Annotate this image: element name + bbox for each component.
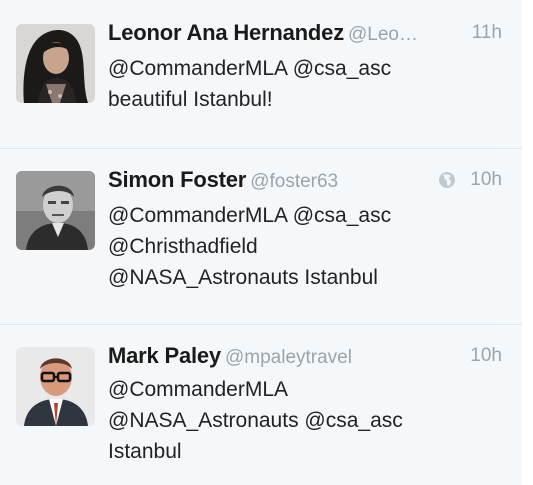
user-avatar[interactable]	[16, 24, 95, 103]
user-handle[interactable]: @Leo…	[348, 24, 418, 45]
tweet-text-line: @NASA_Astronauts Istanbul	[108, 266, 378, 289]
avatar-image	[16, 171, 95, 250]
tweet-text-line: beautiful Istanbul!	[108, 88, 273, 111]
tweet-text: @CommanderMLA @NASA_Astronauts @csa_asc …	[108, 374, 502, 467]
globe-icon[interactable]	[438, 171, 456, 189]
tweet-row[interactable]: Leonor Ana Hernandez @Leo… 11h @Commander…	[0, 0, 522, 149]
avatar-image	[16, 347, 95, 426]
tweet-timestamp[interactable]: 10h	[466, 345, 502, 367]
user-name[interactable]: Mark Paley	[108, 343, 221, 368]
tweet-text-line: @CommanderMLA @csa_asc	[108, 57, 392, 80]
tweet-text-line: @Christhadfield	[108, 235, 258, 258]
tweet-text-line: @CommanderMLA	[108, 378, 289, 401]
tweet-timestamp[interactable]: 10h	[466, 169, 502, 191]
tweet-header: Mark Paley @mpaleytravel 10h	[108, 343, 502, 371]
user-avatar[interactable]	[16, 171, 95, 250]
tweet-row[interactable]: Simon Foster @foster63 10h @CommanderMLA …	[0, 149, 522, 325]
tweet-text: @CommanderMLA @csa_asc beautiful Istanbu…	[108, 53, 502, 115]
tweet-row[interactable]: Mark Paley @mpaleytravel 10h @CommanderML…	[0, 325, 522, 485]
tweet-text-line: @CommanderMLA @csa_asc	[108, 204, 392, 227]
user-handle[interactable]: @foster63	[250, 171, 338, 192]
tweet-feed: Leonor Ana Hernandez @Leo… 11h @Commander…	[0, 0, 522, 485]
user-name[interactable]: Simon Foster	[108, 167, 246, 192]
tweet-text-line: @NASA_Astronauts @csa_asc	[108, 409, 403, 432]
tweet-timestamp[interactable]: 11h	[467, 22, 502, 44]
user-name[interactable]: Leonor Ana Hernandez	[108, 20, 344, 45]
tweet-header: Leonor Ana Hernandez @Leo… 11h	[108, 20, 502, 48]
avatar-image	[16, 24, 95, 103]
user-avatar[interactable]	[16, 347, 95, 426]
tweet-header: Simon Foster @foster63 10h	[108, 167, 502, 195]
tweet-text-line: Istanbul	[108, 440, 182, 463]
user-handle[interactable]: @mpaleytravel	[225, 347, 352, 368]
tweet-text: @CommanderMLA @csa_asc @Christhadfield @…	[108, 200, 502, 293]
